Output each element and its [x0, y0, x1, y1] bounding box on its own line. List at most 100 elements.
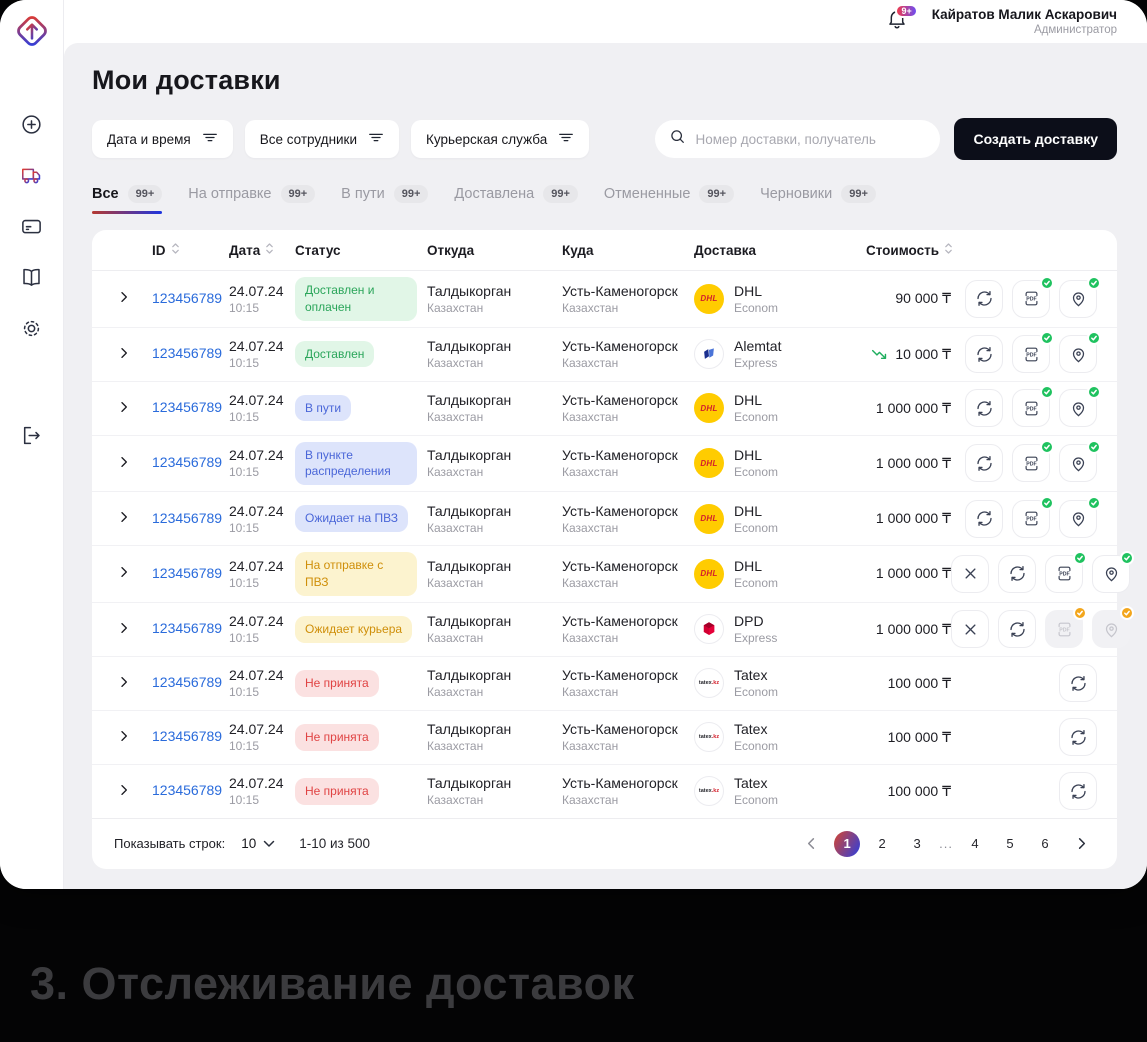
filter-date-button[interactable]: Дата и время [92, 120, 233, 158]
sidebar-item-deliveries[interactable] [12, 157, 52, 197]
expand-row-button[interactable] [112, 779, 136, 803]
create-delivery-button[interactable]: Создать доставку [954, 118, 1117, 160]
delivery-id-link[interactable]: 123456789 [152, 565, 222, 581]
column-header-date[interactable]: Дата [229, 242, 295, 258]
expand-row-button[interactable] [112, 287, 136, 311]
status-badge: Ожидает курьера [295, 616, 412, 643]
expand-row-button[interactable] [112, 725, 136, 749]
chevron-right-icon [117, 455, 131, 472]
from-city: Талдыкорган [427, 283, 562, 299]
from-country: Казахстан [427, 410, 562, 424]
carrier-name: Tatex [734, 721, 778, 737]
tab-drafts[interactable]: Черновики99+ [760, 185, 876, 214]
svg-text:PDF: PDF [1026, 297, 1036, 303]
delivery-id-link[interactable]: 123456789 [152, 290, 222, 306]
pin-action-button[interactable] [1059, 500, 1097, 538]
tab-label: Черновики [760, 186, 832, 202]
sidebar-item-payments[interactable] [12, 208, 52, 248]
pdf-action-button[interactable]: PDF [1012, 335, 1050, 373]
tab-in-transit[interactable]: В пути99+ [341, 185, 428, 214]
delivery-id-link[interactable]: 123456789 [152, 345, 222, 361]
refresh-action-button[interactable] [965, 280, 1003, 318]
row-actions: PDF [951, 500, 1097, 538]
refresh-action-button[interactable] [998, 555, 1036, 593]
to-country: Казахстан [562, 356, 694, 370]
to-city: Усть-Каменогорск [562, 338, 694, 354]
sidebar-item-add[interactable] [12, 106, 52, 146]
expand-row-button[interactable] [112, 342, 136, 366]
dhl-logo: DHL [694, 559, 724, 589]
sidebar-item-settings[interactable] [12, 310, 52, 350]
column-header-price[interactable]: Стоимость [866, 242, 951, 258]
rows-per-page-select[interactable]: 10 [241, 836, 275, 851]
expand-row-button[interactable] [112, 671, 136, 695]
pdf-action-button[interactable]: PDF [1012, 444, 1050, 482]
prev-page-button[interactable] [797, 830, 825, 858]
pin-action-button[interactable] [1059, 389, 1097, 427]
delivery-time: 10:15 [229, 356, 295, 370]
close-action-button[interactable] [951, 555, 989, 593]
status-badge: Не принята [295, 670, 379, 697]
from-city: Талдыкорган [427, 447, 562, 463]
refresh-action-button[interactable] [1059, 718, 1097, 756]
filter-courier-button[interactable]: Курьерская служба [411, 120, 589, 158]
pdf-action-button[interactable]: PDF [1012, 280, 1050, 318]
pdf-action-button[interactable]: PDF [1045, 555, 1083, 593]
page-number-button[interactable]: 2 [869, 831, 895, 857]
row-actions: PDF [951, 555, 1130, 593]
delivery-id-link[interactable]: 123456789 [152, 454, 222, 470]
pdf-action-button[interactable]: PDF [1012, 500, 1050, 538]
refresh-action-button[interactable] [1059, 772, 1097, 810]
delivery-id-link[interactable]: 123456789 [152, 782, 222, 798]
expand-row-button[interactable] [112, 396, 136, 420]
refresh-action-button[interactable] [998, 610, 1036, 648]
tab-delivered[interactable]: Доставлена99+ [454, 185, 577, 214]
search-input[interactable] [695, 132, 926, 147]
refresh-action-button[interactable] [965, 444, 1003, 482]
pin-action-button[interactable] [1059, 335, 1097, 373]
pin-action-button[interactable] [1059, 444, 1097, 482]
delivery-id-link[interactable]: 123456789 [152, 620, 222, 636]
delivery-time: 10:15 [229, 793, 295, 807]
user-menu[interactable]: Кайратов Малик Аскарович Администратор [932, 7, 1117, 36]
filter-employees-button[interactable]: Все сотрудники [245, 120, 399, 158]
expand-row-button[interactable] [112, 562, 136, 586]
pin-action-button[interactable] [1059, 280, 1097, 318]
tab-shipping[interactable]: На отправке99+ [188, 185, 315, 214]
tab-all[interactable]: Все99+ [92, 185, 162, 214]
pdf-action-button[interactable]: PDF [1012, 389, 1050, 427]
refresh-action-button[interactable] [965, 500, 1003, 538]
sidebar-item-logout[interactable] [12, 417, 52, 457]
refresh-action-button[interactable] [965, 335, 1003, 373]
expand-row-button[interactable] [112, 451, 136, 475]
user-name: Кайратов Малик Аскарович [932, 7, 1117, 22]
from-city: Талдыкорган [427, 613, 562, 629]
from-city: Талдыкорган [427, 721, 562, 737]
to-city: Усть-Каменогорск [562, 503, 694, 519]
pin-action-button[interactable] [1092, 555, 1130, 593]
delivery-id-link[interactable]: 123456789 [152, 728, 222, 744]
column-header-id[interactable]: ID [152, 242, 229, 258]
expand-row-button[interactable] [112, 617, 136, 641]
delivery-id-link[interactable]: 123456789 [152, 399, 222, 415]
close-action-button[interactable] [951, 610, 989, 648]
table-row: 123456789 24.07.2410:15 Ожидает курьера … [92, 603, 1117, 657]
page-number-button[interactable]: 5 [997, 831, 1023, 857]
delivery-id-link[interactable]: 123456789 [152, 510, 222, 526]
status-badge: В пути [295, 395, 351, 422]
delivery-id-link[interactable]: 123456789 [152, 674, 222, 690]
next-page-button[interactable] [1067, 830, 1095, 858]
refresh-action-button[interactable] [965, 389, 1003, 427]
notifications-button[interactable]: 9+ [884, 9, 910, 35]
sidebar-item-catalog[interactable] [12, 259, 52, 299]
app-logo-icon[interactable] [13, 12, 51, 50]
page-number-button[interactable]: 3 [904, 831, 930, 857]
page-number-button[interactable]: 4 [962, 831, 988, 857]
to-city: Усть-Каменогорск [562, 392, 694, 408]
tab-cancelled[interactable]: Отмененные99+ [604, 185, 734, 214]
page-number-button[interactable]: 6 [1032, 831, 1058, 857]
refresh-action-button[interactable] [1059, 664, 1097, 702]
page-number-button[interactable]: 1 [834, 831, 860, 857]
expand-row-button[interactable] [112, 507, 136, 531]
to-country: Казахстан [562, 793, 694, 807]
